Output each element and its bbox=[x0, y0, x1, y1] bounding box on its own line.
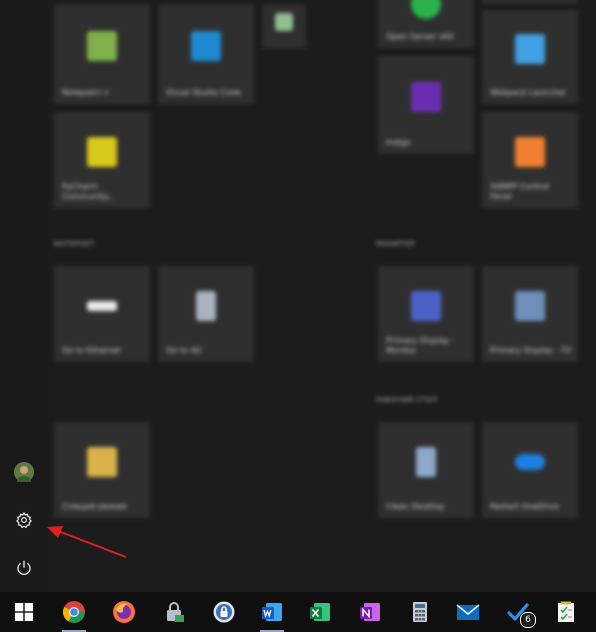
taskbar: 6 bbox=[0, 592, 596, 632]
tile-go-to-ethernet[interactable]: Go to Ethernet bbox=[54, 266, 150, 362]
gear-icon bbox=[15, 511, 33, 529]
group-label-desktop: РАБОЧИЙ СТОЛ bbox=[376, 396, 438, 404]
keepass-icon bbox=[213, 601, 235, 623]
tile-notepad[interactable]: Notepad++ bbox=[54, 4, 150, 104]
tile-label: Primary Display - Monitor bbox=[386, 336, 455, 355]
tile-xampp[interactable]: XAMPP Control Panel bbox=[482, 112, 578, 208]
onedrive-icon bbox=[515, 454, 545, 471]
taskbar-firefox[interactable] bbox=[104, 592, 144, 632]
taskbar-keepass[interactable] bbox=[204, 592, 244, 632]
sleep-icon bbox=[87, 447, 117, 478]
avatar-icon bbox=[14, 462, 34, 482]
taskbar-todo[interactable]: 6 bbox=[498, 592, 538, 632]
taskbar-excel[interactable] bbox=[300, 592, 340, 632]
tile-primary-display-monitor[interactable]: Primary Display - Monitor bbox=[378, 266, 474, 362]
notification-count-badge: 6 bbox=[520, 612, 536, 628]
tile-label: Clean Desktop bbox=[386, 502, 445, 511]
tile-indigo[interactable]: Indigo bbox=[378, 56, 474, 154]
tile-top-right[interactable] bbox=[482, 0, 578, 4]
taskbar-calculator[interactable] bbox=[400, 592, 440, 632]
taskbar-word[interactable] bbox=[252, 592, 292, 632]
tile-label: XAMPP Control Panel bbox=[490, 182, 549, 201]
tile-vscode[interactable]: Visual Studio Code bbox=[158, 4, 254, 104]
tile-go-to-4g[interactable]: Go to 4G bbox=[158, 266, 254, 362]
tile-label: Спящий режим bbox=[62, 502, 127, 511]
tile-label: Primary Display - TV bbox=[490, 346, 572, 355]
taskbar-chrome[interactable] bbox=[54, 592, 94, 632]
tile-label: Go to Ethernet bbox=[62, 346, 121, 355]
tile-restart-onedrive[interactable]: Restart OneDrive bbox=[482, 422, 578, 518]
power-icon bbox=[17, 560, 31, 575]
calculator-icon bbox=[413, 602, 427, 622]
user-avatar-button[interactable] bbox=[8, 456, 40, 488]
webpack-icon bbox=[515, 34, 545, 65]
tile-clean-desktop[interactable]: Clean Desktop bbox=[378, 422, 474, 518]
app-icon bbox=[275, 13, 293, 32]
taskbar-vpn[interactable] bbox=[154, 592, 194, 632]
mobile-icon bbox=[196, 291, 216, 322]
tile-small-app[interactable] bbox=[262, 4, 306, 48]
tile-label: Open Server x64 bbox=[386, 32, 454, 41]
start-menu: ИНТЕРНЕТ МОНИТОР РАБОЧИЙ СТОЛ Notepad++ … bbox=[0, 0, 596, 592]
pycharm-icon bbox=[87, 137, 117, 168]
tile-label: Webpack Launcher bbox=[490, 88, 567, 97]
tile-open-server[interactable]: Open Server x64 bbox=[378, 0, 474, 48]
word-icon bbox=[262, 603, 282, 621]
xampp-icon bbox=[515, 137, 545, 168]
start-button[interactable] bbox=[4, 592, 44, 632]
tile-label: PyCharm Community... bbox=[62, 182, 115, 201]
ethernet-icon bbox=[87, 301, 117, 312]
onenote-icon bbox=[360, 603, 380, 621]
windows-start-icon bbox=[15, 603, 33, 621]
mail-icon bbox=[456, 604, 480, 620]
tile-pycharm[interactable]: PyCharm Community... bbox=[54, 112, 150, 208]
start-rail bbox=[0, 0, 48, 592]
tile-webpack[interactable]: Webpack Launcher bbox=[482, 10, 578, 104]
tile-label: Visual Studio Code bbox=[166, 88, 241, 97]
notepad-icon bbox=[87, 31, 117, 61]
taskbar-notes[interactable] bbox=[546, 592, 586, 632]
tile-label: Notepad++ bbox=[62, 88, 110, 97]
excel-icon bbox=[310, 603, 330, 621]
power-button[interactable] bbox=[8, 552, 40, 584]
firefox-icon bbox=[113, 601, 135, 623]
tv-icon bbox=[515, 291, 545, 322]
tile-label: Restart OneDrive bbox=[490, 502, 559, 511]
group-label-internet: ИНТЕРНЕТ bbox=[54, 240, 95, 248]
tile-primary-display-tv[interactable]: Primary Display - TV bbox=[482, 266, 578, 362]
taskbar-onenote[interactable] bbox=[350, 592, 390, 632]
tiles-area: ИНТЕРНЕТ МОНИТОР РАБОЧИЙ СТОЛ Notepad++ … bbox=[48, 0, 596, 592]
taskbar-mail[interactable] bbox=[448, 592, 488, 632]
vpn-lock-icon bbox=[167, 602, 184, 622]
tile-label: Indigo bbox=[386, 138, 411, 147]
indigo-icon bbox=[411, 82, 441, 113]
tile-label: Go to 4G bbox=[166, 346, 202, 355]
group-label-monitor: МОНИТОР bbox=[376, 240, 415, 248]
vscode-icon bbox=[191, 31, 221, 61]
clean-desktop-icon bbox=[416, 447, 436, 478]
chrome-icon bbox=[62, 601, 85, 623]
display-icon bbox=[411, 291, 441, 322]
tile-sleep[interactable]: Спящий режим bbox=[54, 422, 150, 518]
open-server-icon bbox=[411, 0, 441, 19]
settings-button[interactable] bbox=[8, 504, 40, 536]
notes-checklist-icon bbox=[558, 601, 574, 622]
